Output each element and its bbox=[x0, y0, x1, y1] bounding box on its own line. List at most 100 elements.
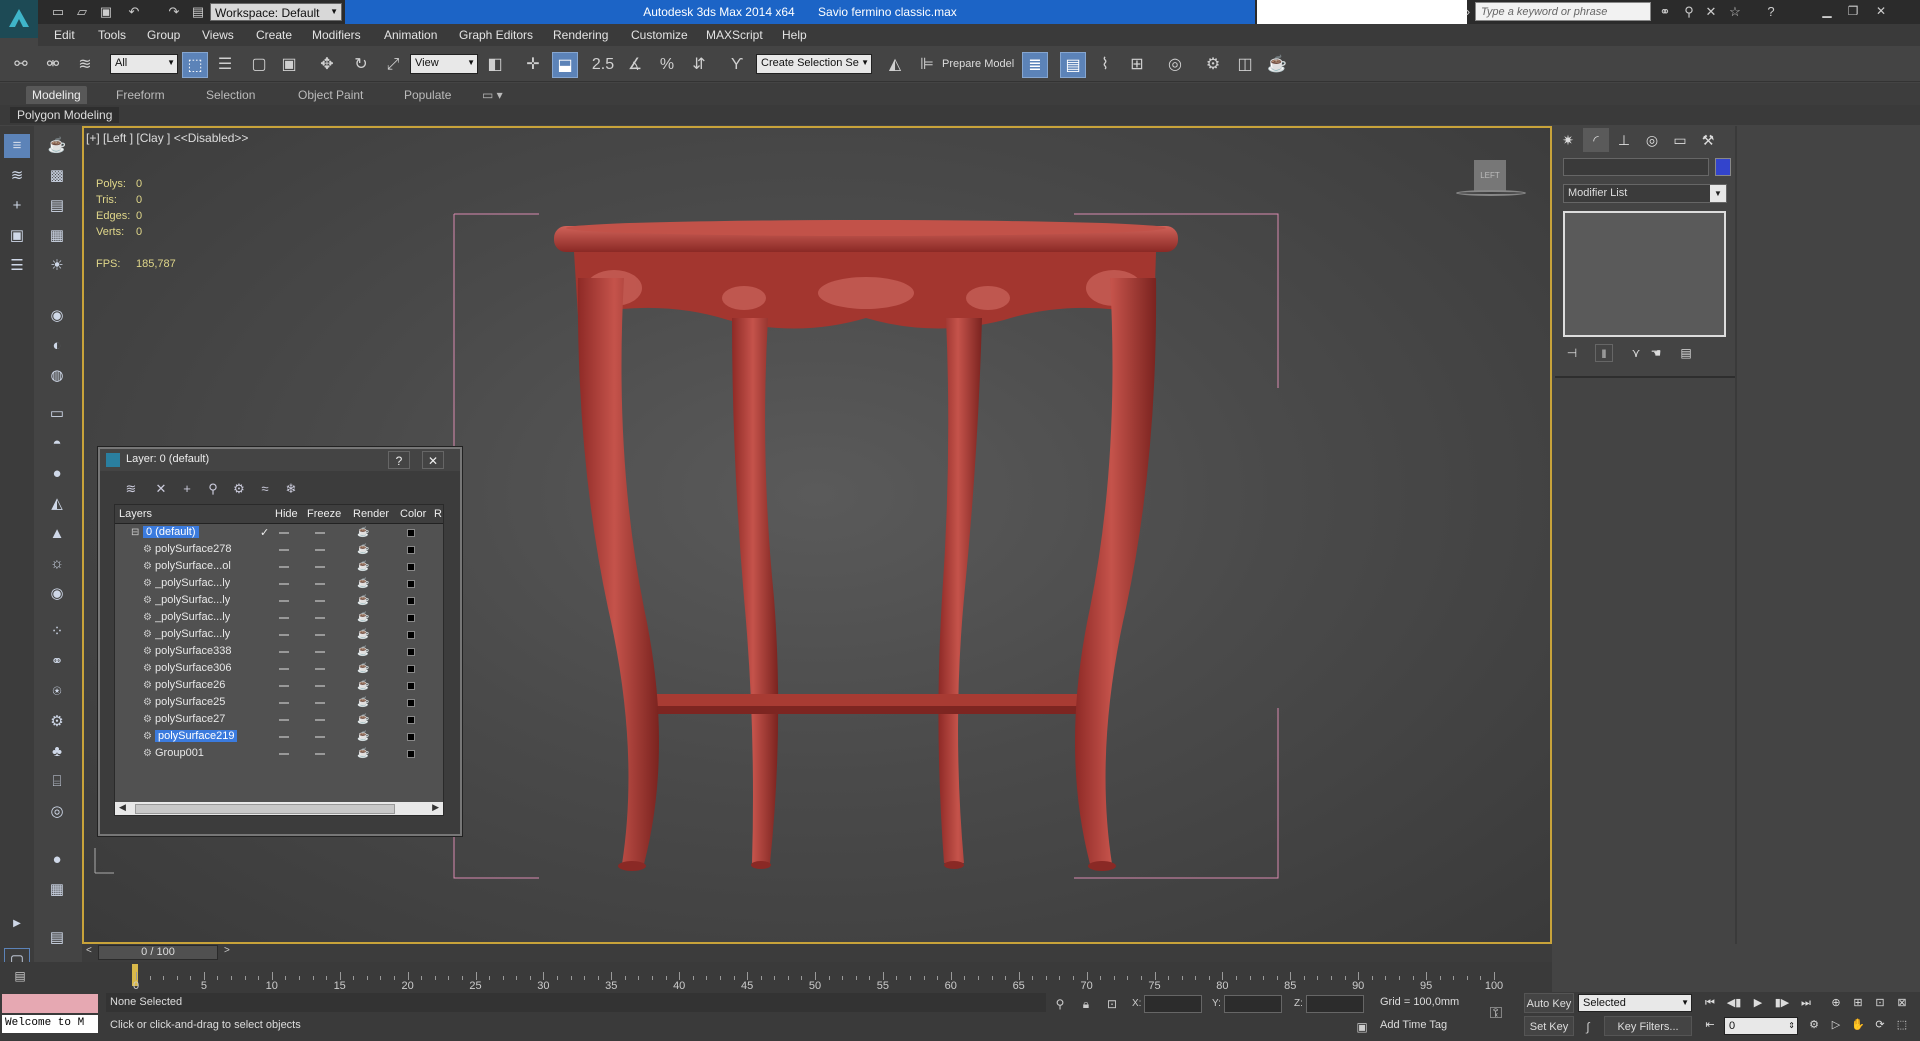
foliage-icon[interactable]: ♣ bbox=[44, 740, 70, 764]
snaps-toggle-icon[interactable]: 2.5 bbox=[590, 52, 616, 78]
orb-icon[interactable]: ◉ bbox=[44, 582, 70, 606]
set-key-button[interactable]: Set Key bbox=[1524, 1016, 1574, 1036]
tab-freeform[interactable]: Freeform bbox=[110, 86, 171, 104]
hide-toggle[interactable] bbox=[279, 583, 289, 585]
menu-modifiers[interactable]: Modifiers bbox=[312, 28, 361, 42]
app-logo[interactable] bbox=[0, 0, 38, 38]
pin-stack-icon[interactable]: ⊣ bbox=[1563, 344, 1581, 362]
polygon-modeling-label[interactable]: Polygon Modeling bbox=[10, 107, 120, 123]
list-icon[interactable]: ▤ bbox=[44, 194, 70, 218]
track-bar[interactable]: 0 5 10 15 20 25 30 35 40 45 50 55 60 65 70 75 80 85 90 95 10… bbox=[82, 962, 1552, 992]
hide-toggle[interactable] bbox=[279, 566, 289, 568]
menu-create[interactable]: Create bbox=[256, 28, 292, 42]
render-teapot-icon[interactable]: ☕ bbox=[357, 629, 369, 640]
freeze-toggle[interactable] bbox=[315, 651, 325, 653]
hide-toggle[interactable] bbox=[279, 719, 289, 721]
render-teapot-icon[interactable]: ☕ bbox=[357, 612, 369, 623]
dome-icon[interactable]: ◓ bbox=[44, 432, 70, 456]
menu-animation[interactable]: Animation bbox=[384, 28, 437, 42]
stack-icon[interactable]: ☰ bbox=[4, 254, 30, 278]
layer-color-swatch[interactable] bbox=[407, 716, 415, 724]
hide-toggle[interactable] bbox=[279, 634, 289, 636]
menu-views[interactable]: Views bbox=[202, 28, 234, 42]
scroll-right-icon[interactable]: ▶ bbox=[432, 802, 439, 813]
select-manipulate-icon[interactable]: ✛ bbox=[520, 52, 546, 78]
menu-group[interactable]: Group bbox=[147, 28, 180, 42]
menu-help[interactable]: Help bbox=[782, 28, 807, 42]
render-setup-icon[interactable]: ⚙ bbox=[1200, 52, 1226, 78]
layer-row[interactable]: ⚙ _polySurfac...ly ☕ bbox=[115, 576, 443, 593]
key-icon[interactable]: ⚿ bbox=[1488, 1006, 1504, 1022]
render-teapot-icon[interactable]: ☕ bbox=[357, 595, 369, 606]
auto-key-button[interactable]: Auto Key bbox=[1524, 993, 1574, 1013]
scene-explorer-icon[interactable]: ≡ bbox=[4, 134, 30, 158]
key-mode-dropdown[interactable]: Selected ▼ bbox=[1578, 994, 1692, 1012]
layer-name[interactable]: _polySurfac...ly bbox=[155, 577, 230, 589]
layer-color-swatch[interactable] bbox=[407, 665, 415, 673]
layers-icon[interactable]: ≋ bbox=[4, 164, 30, 188]
default-tangent-icon[interactable]: ∫ bbox=[1580, 1019, 1596, 1035]
freeze-toggle[interactable] bbox=[315, 668, 325, 670]
teapot-icon[interactable]: ☕ bbox=[44, 134, 70, 158]
layer-color-swatch[interactable] bbox=[407, 597, 415, 605]
pan-icon[interactable]: ✋ bbox=[1848, 1016, 1868, 1034]
pyramid-icon[interactable]: ▲ bbox=[44, 522, 70, 546]
go-to-end-icon[interactable]: ⏭ bbox=[1796, 994, 1816, 1012]
modifier-stack[interactable] bbox=[1563, 211, 1726, 337]
render-teapot-icon[interactable]: ☕ bbox=[357, 663, 369, 674]
layer-color-swatch[interactable] bbox=[407, 580, 415, 588]
layer-row[interactable]: ⚙ polySurface27 ☕ bbox=[115, 712, 443, 729]
layer-row[interactable]: ⚙ polySurface306 ☕ bbox=[115, 661, 443, 678]
freeze-toggle[interactable] bbox=[315, 702, 325, 704]
next-key-icon[interactable]: ▮▶ bbox=[1772, 994, 1792, 1012]
render-teapot-icon[interactable]: ☕ bbox=[357, 748, 369, 759]
menu-edit[interactable]: Edit bbox=[54, 28, 75, 42]
select-object-icon[interactable]: ⬚ bbox=[182, 52, 208, 78]
layer-color-swatch[interactable] bbox=[407, 546, 415, 554]
freeze-all-icon[interactable]: ❄ bbox=[280, 479, 302, 499]
freeze-toggle[interactable] bbox=[315, 753, 325, 755]
utilities-tab-icon[interactable]: ⚒ bbox=[1695, 128, 1721, 152]
expand-arrow-icon[interactable]: ▶ bbox=[4, 912, 30, 936]
layer-color-swatch[interactable] bbox=[407, 699, 415, 707]
col-layers[interactable]: Layers bbox=[119, 508, 152, 520]
freeze-toggle[interactable] bbox=[315, 736, 325, 738]
freeze-toggle[interactable] bbox=[315, 532, 325, 534]
plus-icon[interactable]: + bbox=[4, 194, 30, 218]
key-filters-button[interactable]: Key Filters... bbox=[1604, 1016, 1692, 1036]
tab-populate[interactable]: Populate bbox=[398, 86, 457, 104]
x-coordinate-field[interactable] bbox=[1144, 995, 1202, 1013]
pivot-icon[interactable]: ◧ bbox=[482, 52, 508, 78]
create-tab-icon[interactable]: ✷ bbox=[1555, 128, 1581, 152]
layer-name[interactable]: polySurface219 bbox=[155, 730, 238, 742]
freeze-toggle[interactable] bbox=[315, 634, 325, 636]
tab-modeling[interactable]: Modeling bbox=[26, 86, 87, 104]
display-tab-icon[interactable]: ▭ bbox=[1667, 128, 1693, 152]
time-config-icon[interactable]: ⚙ bbox=[1804, 1016, 1824, 1034]
y-coordinate-field[interactable] bbox=[1224, 995, 1282, 1013]
keyboard-shortcut-icon[interactable]: ⬓ bbox=[552, 52, 578, 78]
ribbon-options-icon[interactable]: ▭ ▾ bbox=[476, 86, 509, 104]
freeze-toggle[interactable] bbox=[315, 685, 325, 687]
bind-spacewarp-icon[interactable]: ≋ bbox=[72, 52, 98, 78]
layer-row[interactable]: ⚙ polySurface26 ☕ bbox=[115, 678, 443, 695]
col-color[interactable]: Color bbox=[400, 508, 426, 520]
render-teapot-icon[interactable]: ☕ bbox=[357, 561, 369, 572]
hide-toggle[interactable] bbox=[279, 617, 289, 619]
add-to-layer-icon[interactable]: + bbox=[176, 479, 198, 499]
create-layer-icon[interactable]: ≋ bbox=[120, 479, 142, 499]
layers-toggle-icon[interactable]: ▤ bbox=[44, 926, 70, 950]
close-button[interactable]: ✕ bbox=[422, 451, 444, 469]
col-radiosity[interactable]: R bbox=[434, 508, 442, 520]
maxscript-mini-listener[interactable] bbox=[2, 994, 98, 1013]
freeze-toggle[interactable] bbox=[315, 566, 325, 568]
zoom-all-icon[interactable]: ⊞ bbox=[1848, 994, 1868, 1012]
modify-tab-icon[interactable]: ◜ bbox=[1583, 128, 1609, 152]
freeze-toggle[interactable] bbox=[315, 583, 325, 585]
time-slider[interactable]: 0 / 100 bbox=[98, 945, 218, 960]
layer-row[interactable]: ⚙ _polySurfac...ly ☕ bbox=[115, 593, 443, 610]
render-teapot-icon[interactable]: ☕ bbox=[357, 680, 369, 691]
zoom-icon[interactable]: ⊕ bbox=[1826, 994, 1846, 1012]
light-icon[interactable]: ☀ bbox=[44, 254, 70, 278]
layer-color-swatch[interactable] bbox=[407, 563, 415, 571]
